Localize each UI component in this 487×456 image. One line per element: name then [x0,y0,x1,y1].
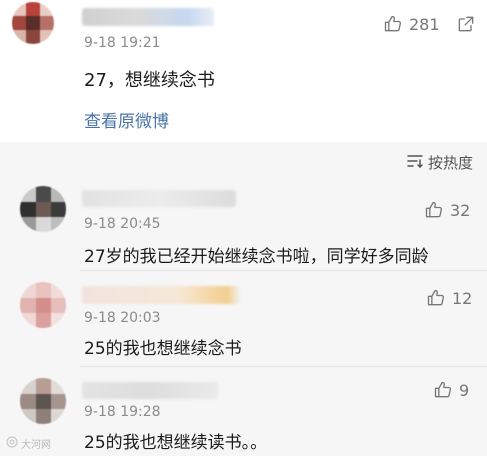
comment-like-button[interactable]: 12 [426,288,472,308]
watermark-logo-icon [6,436,18,451]
thumbs-up-icon [433,380,453,400]
thumbs-up-icon [426,288,446,308]
weibo-post: 9-18 19:21 281 27，想继续念书 查看原微博 [0,0,487,142]
post-time: 9-18 19:21 [84,35,161,51]
comment-text: 25的我也想继续读书。。 [84,433,268,453]
comment-avatar[interactable] [20,186,66,232]
share-icon[interactable] [456,14,476,38]
sort-icon [407,154,423,172]
comment-avatar[interactable] [20,282,66,328]
comment-time: 9-18 19:28 [84,404,161,420]
comment-like-count: 32 [450,200,471,220]
sort-label: 按热度 [427,154,473,172]
watermark-text: 大河网 [21,440,51,451]
comment-time: 9-18 20:03 [84,310,161,326]
post-text: 27，想继续念书 [84,70,215,91]
thumbs-up-icon [424,200,444,220]
comment-like-count: 12 [452,288,473,308]
view-original-link[interactable]: 查看原微博 [84,107,169,132]
comment-like-button[interactable]: 9 [433,380,469,400]
comment-text: 27岁的我已经开始继续念书啦，同学好多同龄 [84,247,429,267]
comment-like-button[interactable]: 32 [424,200,470,220]
post-username-redacted[interactable] [82,8,214,26]
thumbs-up-icon [383,14,403,34]
post-like-count: 281 [409,14,440,34]
comment-username-redacted[interactable] [82,286,240,304]
comment-avatar[interactable] [20,378,66,424]
comments-section: 按热度 9-18 20:45 32 27岁的我已经开始继续念书啦，同学好多同龄 … [0,142,487,456]
comment-divider [80,366,487,367]
comment-like-count: 9 [459,380,470,400]
comment-text: 25的我也想继续念书 [84,339,242,359]
post-like-button[interactable]: 281 [383,14,440,34]
sort-by-hot-button[interactable]: 按热度 [407,152,473,173]
comment-divider [80,270,487,271]
watermark: 大河网 [6,436,51,451]
comment-time: 9-18 20:45 [84,216,161,232]
post-avatar[interactable] [12,2,54,44]
comment-username-redacted[interactable] [82,382,218,399]
comment-username-redacted[interactable] [82,190,236,207]
